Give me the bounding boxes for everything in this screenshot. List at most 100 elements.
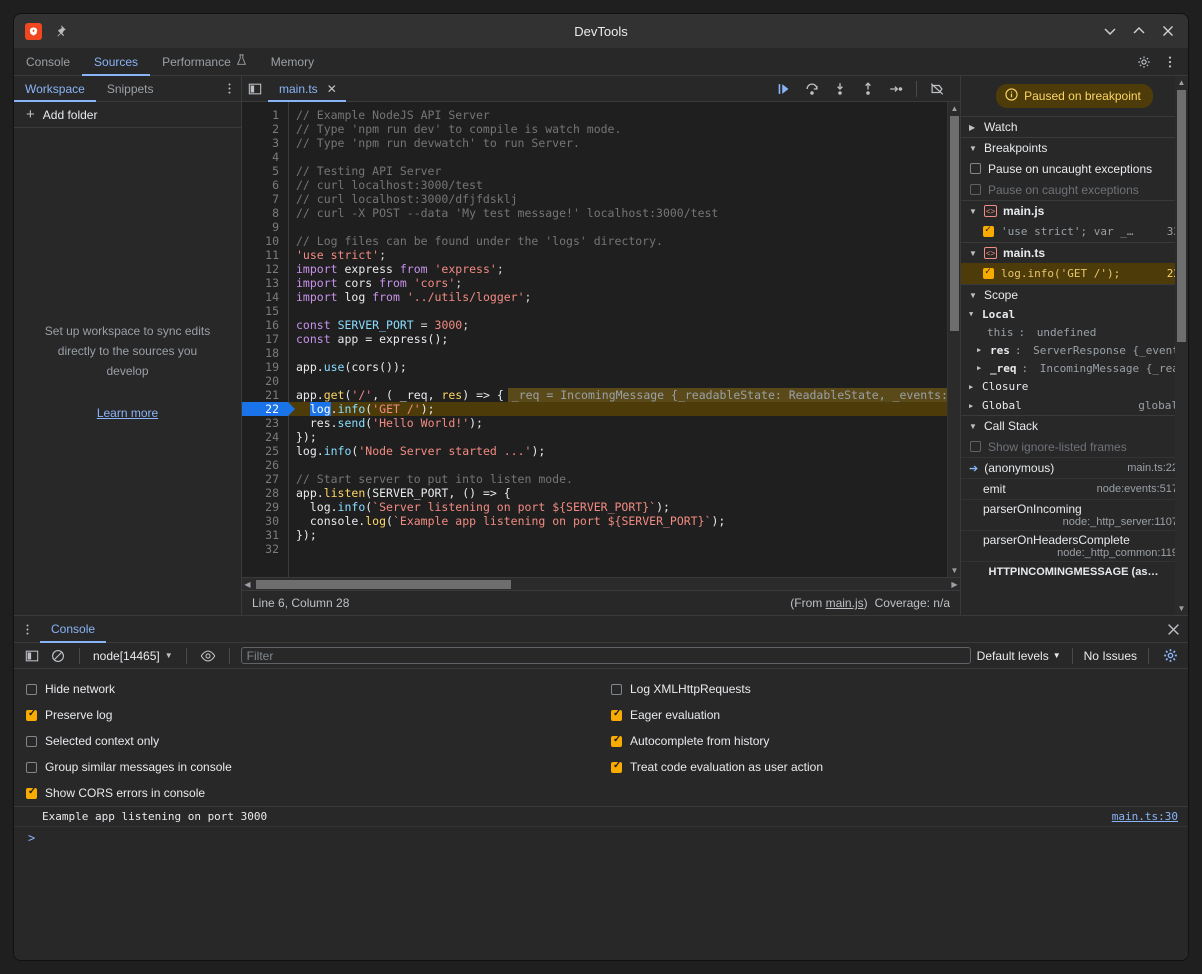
vertical-scroll-thumb[interactable] (950, 116, 959, 331)
pause-uncaught-checkbox[interactable] (970, 163, 981, 174)
code-line[interactable]: 5// Testing API Server (242, 164, 947, 178)
code-line[interactable]: 26 (242, 458, 947, 472)
deactivate-breakpoints-icon[interactable] (924, 77, 950, 101)
line-number[interactable]: 20 (242, 374, 288, 388)
code-content[interactable]: 1// Example NodeJS API Server2// Type 'n… (242, 102, 947, 577)
line-number[interactable]: 11 (242, 248, 288, 262)
scope-entry-res[interactable]: ▶ res: ServerResponse {_events (961, 341, 1188, 359)
code-line[interactable]: 12import express from 'express'; (242, 262, 947, 276)
line-number[interactable]: 13 (242, 276, 288, 290)
show-ignore-listed-row[interactable]: Show ignore-listed frames (961, 436, 1188, 457)
scope-local[interactable]: ▼ Local (961, 305, 1188, 323)
tab-memory[interactable]: Memory (259, 48, 326, 75)
call-stack-frame[interactable]: emit node:events:517 (961, 478, 1188, 499)
code-line[interactable]: 27// Start server to put into listen mod… (242, 472, 947, 486)
line-number[interactable]: 26 (242, 458, 288, 472)
code-line[interactable]: 28app.listen(SERVER_PORT, () => { (242, 486, 947, 500)
learn-more-link[interactable]: Learn more (97, 403, 158, 423)
breakpoint-item-active[interactable]: log.info('GET /'); 22 (961, 263, 1188, 284)
editor-tab-main-ts[interactable]: main.ts ✕ (268, 76, 346, 101)
step-icon[interactable] (883, 77, 909, 101)
console-setting-row[interactable]: Show CORS errors in console (26, 780, 603, 806)
code-line[interactable]: 23 res.send('Hello World!'); (242, 416, 947, 430)
pause-caught-exceptions-row[interactable]: Pause on caught exceptions (961, 179, 1188, 200)
tab-console[interactable]: Console (14, 48, 82, 75)
line-number[interactable]: 17 (242, 332, 288, 346)
code-line[interactable]: 18 (242, 346, 947, 360)
console-message[interactable]: Example app listening on port 3000 main.… (14, 807, 1188, 827)
console-output[interactable]: Example app listening on port 3000 main.… (14, 807, 1188, 960)
console-setting-checkbox[interactable] (26, 684, 37, 695)
line-number[interactable]: 9 (242, 220, 288, 234)
drawer-tab-console[interactable]: Console (40, 616, 106, 642)
nav-tab-workspace[interactable]: Workspace (14, 76, 96, 101)
horizontal-scroll-thumb[interactable] (256, 580, 511, 589)
console-setting-row[interactable]: Hide network (26, 676, 603, 702)
scroll-down-arrow[interactable]: ▼ (1175, 604, 1188, 613)
line-number[interactable]: 25 (242, 444, 288, 458)
code-line[interactable]: 32 (242, 542, 947, 556)
console-prompt[interactable]: > (14, 827, 1188, 849)
console-setting-checkbox[interactable] (611, 684, 622, 695)
nav-tab-snippets[interactable]: Snippets (96, 76, 165, 101)
source-map-link[interactable]: main.js (826, 596, 864, 610)
line-number[interactable]: 27 (242, 472, 288, 486)
code-line[interactable]: 7// curl localhost:3000/dfjfdsklj (242, 192, 947, 206)
line-number[interactable]: 15 (242, 304, 288, 318)
scroll-up-arrow[interactable]: ▲ (948, 104, 960, 113)
section-scope[interactable]: ▼ Scope (961, 284, 1188, 305)
scroll-left-arrow[interactable]: ◀ (242, 580, 253, 589)
console-setting-checkbox[interactable] (26, 710, 37, 721)
console-setting-row[interactable]: Log XMLHttpRequests (611, 676, 1188, 702)
line-number[interactable]: 14 (242, 290, 288, 304)
section-call-stack[interactable]: ▼ Call Stack (961, 415, 1188, 436)
line-number[interactable]: 12 (242, 262, 288, 276)
chevron-right-icon[interactable]: ▶ (977, 364, 985, 372)
breakpoint-checkbox[interactable] (983, 268, 994, 279)
console-setting-checkbox[interactable] (26, 788, 37, 799)
line-number[interactable]: 16 (242, 318, 288, 332)
line-number[interactable]: 8 (242, 206, 288, 220)
code-line[interactable]: 17const app = express(); (242, 332, 947, 346)
resume-script-icon[interactable] (771, 77, 797, 101)
code-line[interactable]: 10// Log files can be found under the 'l… (242, 234, 947, 248)
console-setting-checkbox[interactable] (26, 736, 37, 747)
line-number[interactable]: 24 (242, 430, 288, 444)
minimize-icon[interactable] (1097, 19, 1123, 43)
code-line[interactable]: 21app.get('/', ( _req, res) => {_req = I… (242, 388, 947, 402)
console-filter-input[interactable] (241, 647, 971, 664)
breakpoint-group-main-js[interactable]: ▼ <> main.js (961, 200, 1188, 221)
console-sidebar-icon[interactable] (22, 646, 42, 666)
scope-global[interactable]: ▶ Global global (961, 396, 1188, 415)
console-setting-checkbox[interactable] (611, 736, 622, 747)
line-number[interactable]: 23 (242, 416, 288, 430)
gear-icon[interactable] (1132, 50, 1156, 74)
line-number[interactable]: 6 (242, 178, 288, 192)
tab-performance[interactable]: Performance (150, 48, 259, 75)
scroll-right-arrow[interactable]: ▶ (949, 580, 960, 589)
pause-uncaught-exceptions-row[interactable]: Pause on uncaught exceptions (961, 158, 1188, 179)
code-line[interactable]: 30 console.log(`Example app listening on… (242, 514, 947, 528)
console-setting-checkbox[interactable] (611, 710, 622, 721)
close-icon[interactable] (1158, 616, 1188, 642)
line-number[interactable]: 10 (242, 234, 288, 248)
chevron-right-icon[interactable]: ▶ (977, 346, 985, 354)
code-line[interactable]: 16const SERVER_PORT = 3000; (242, 318, 947, 332)
debugger-scroll-area[interactable]: Paused on breakpoint ▶ Watch ▼ Breakpoin… (961, 76, 1188, 615)
line-number[interactable]: 22 (242, 402, 288, 416)
panel-toggle-icon[interactable] (242, 76, 268, 101)
step-out-icon[interactable] (855, 77, 881, 101)
scroll-up-arrow[interactable]: ▲ (1175, 78, 1188, 87)
section-breakpoints[interactable]: ▼ Breakpoints (961, 137, 1188, 158)
more-vertical-icon[interactable] (217, 76, 241, 100)
code-line[interactable]: 15 (242, 304, 947, 318)
line-number[interactable]: 5 (242, 164, 288, 178)
breakpoint-item[interactable]: 'use strict'; var _… 32 (961, 221, 1188, 242)
close-icon[interactable]: ✕ (327, 82, 337, 96)
horizontal-scroll-track[interactable] (253, 579, 949, 590)
log-levels-dropdown[interactable]: Default levels ▼ (977, 649, 1061, 663)
code-line[interactable]: 24}); (242, 430, 947, 444)
editor-horizontal-scrollbar[interactable]: ◀ ▶ (242, 577, 960, 590)
call-stack-frame[interactable]: parserOnHeadersComplete node:_http_commo… (961, 530, 1188, 561)
line-number[interactable]: 29 (242, 500, 288, 514)
